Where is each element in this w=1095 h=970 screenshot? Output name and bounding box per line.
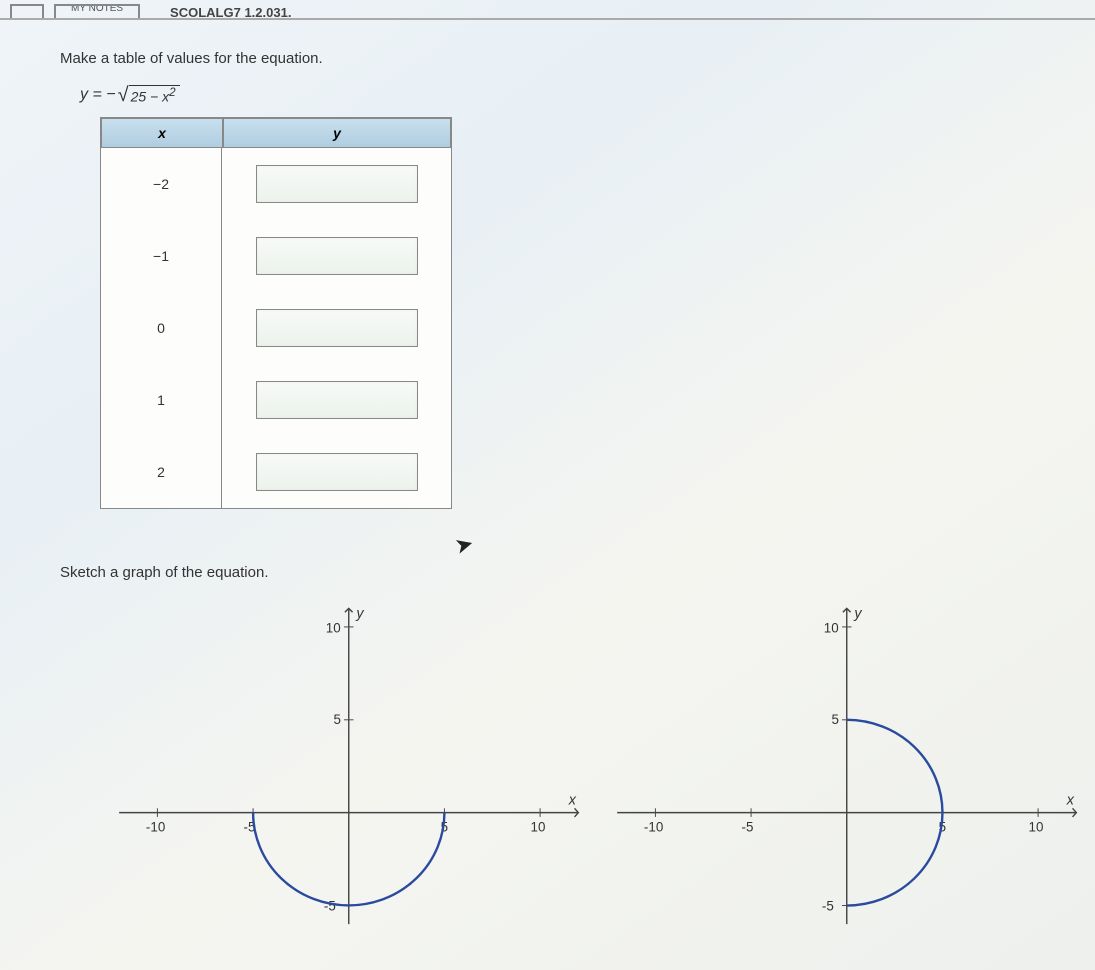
value-table: x y −2 −1 0 1 2	[100, 117, 452, 509]
table-header-x: x	[101, 118, 223, 148]
tick-label: -5	[324, 899, 336, 914]
table-header-y: y	[223, 118, 451, 148]
chart-option-2[interactable]: -10 -5 5 10 -5 5 10 x y	[598, 591, 1095, 951]
tick-label: -5	[741, 819, 753, 834]
answer-input[interactable]	[256, 453, 418, 491]
radicand-exp: 2	[169, 86, 175, 99]
answer-input[interactable]	[256, 309, 418, 347]
cell-x: −2	[101, 148, 222, 220]
table-row: −1	[101, 220, 451, 292]
tick-label: 5	[831, 712, 838, 727]
cell-x: 1	[101, 364, 222, 436]
x-axis-label: x	[568, 792, 577, 808]
question-prompt-2: Sketch a graph of the equation.	[60, 564, 1095, 581]
answer-input[interactable]	[256, 237, 418, 275]
chart-option-1[interactable]: -10 -5 5 10 -5 5 10 x y	[100, 591, 598, 951]
y-axis-label: y	[355, 606, 364, 622]
y-axis-label: y	[853, 606, 862, 622]
cursor-icon: ➤	[452, 530, 477, 560]
table-row: 0	[101, 292, 451, 364]
tick-label: -10	[643, 819, 662, 834]
content-area: Make a table of values for the equation.…	[0, 20, 1095, 951]
table-row: −2	[101, 148, 451, 220]
x-axis-label: x	[1065, 792, 1074, 808]
tick-label: -10	[146, 819, 165, 834]
tick-label: 10	[1028, 819, 1043, 834]
tick-label: 10	[326, 620, 341, 635]
table-row: 2	[101, 436, 451, 508]
tick-label: 10	[823, 620, 838, 635]
answer-input[interactable]	[256, 165, 418, 203]
tick-label: 10	[531, 819, 546, 834]
equation-display: y = − √ 25 − x2	[80, 85, 1095, 105]
charts-row: -10 -5 5 10 -5 5 10 x y -10 -5 5 10 -5 5	[100, 591, 1095, 951]
table-row: 1	[101, 364, 451, 436]
breadcrumb: SCOLALG7 1.2.031.	[170, 8, 291, 18]
toolbar-chip-notes[interactable]: MY NOTES	[54, 4, 140, 18]
cell-x: 0	[101, 292, 222, 364]
cell-x: −1	[101, 220, 222, 292]
cell-x: 2	[101, 436, 222, 508]
toolbar-chip[interactable]	[10, 4, 44, 18]
tick-label: 5	[333, 712, 340, 727]
tick-label: -5	[821, 899, 833, 914]
top-toolbar: MY NOTES SCOLALG7 1.2.031.	[0, 0, 1095, 20]
equation-lhs: y = −	[80, 86, 116, 104]
question-prompt-1: Make a table of values for the equation.	[60, 50, 1095, 67]
sqrt-icon: √ 25 − x2	[118, 85, 180, 105]
answer-input[interactable]	[256, 381, 418, 419]
radicand-a: 25 − x	[131, 89, 170, 105]
